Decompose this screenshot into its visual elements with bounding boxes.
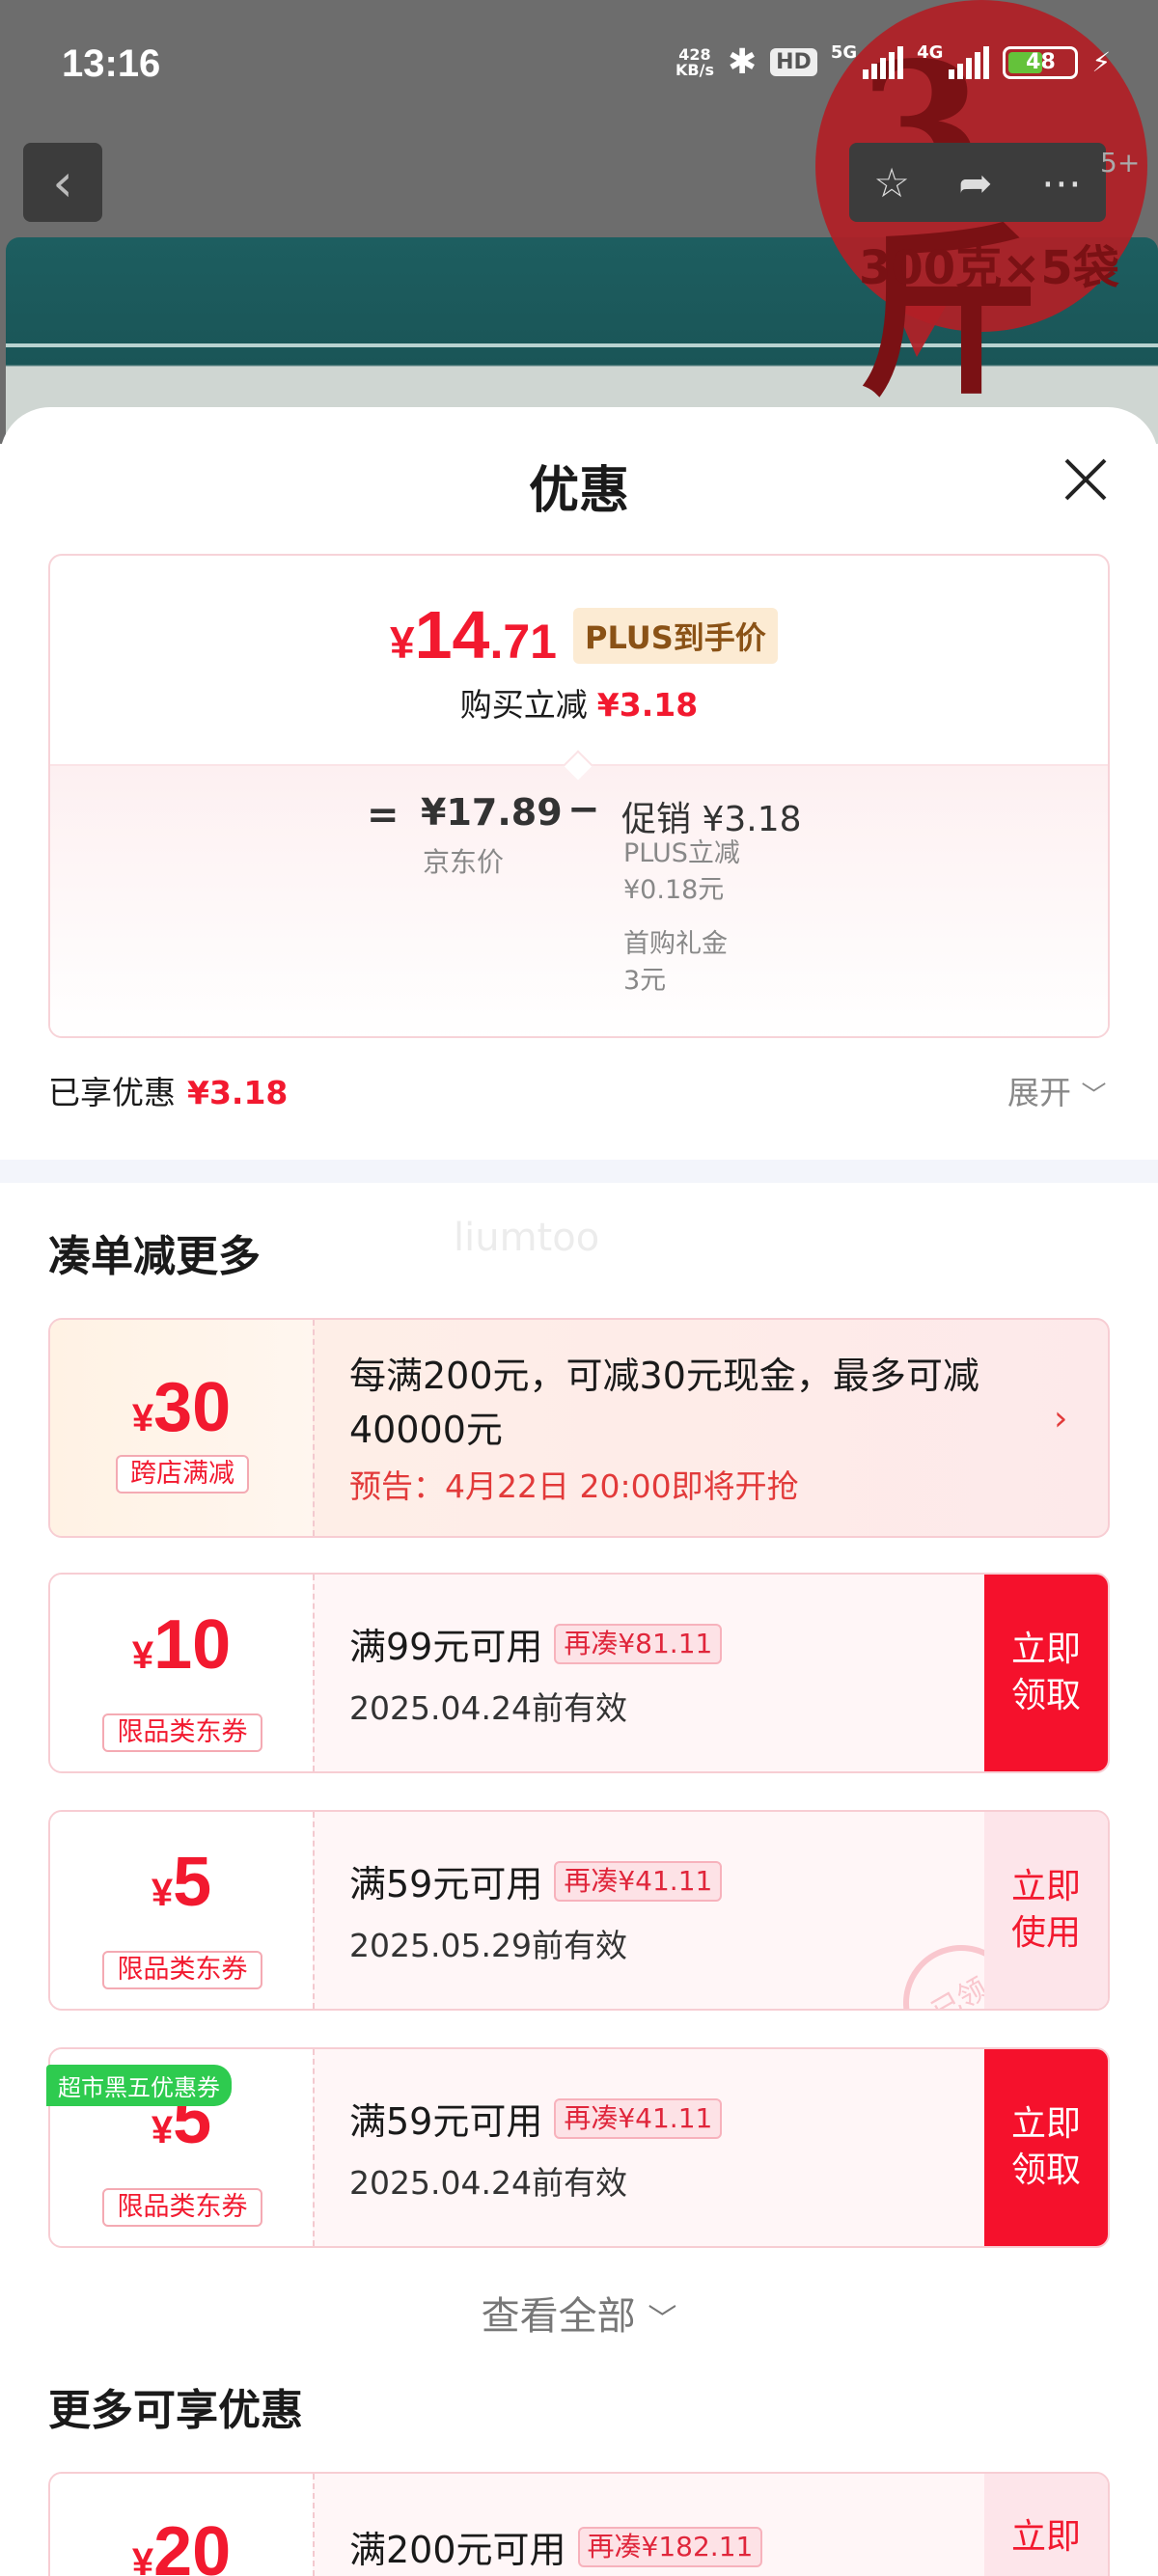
- jd-price: ¥17.89: [421, 791, 563, 834]
- coupon-condition: 满200元可用 再凑¥182.11: [349, 2520, 763, 2573]
- share-icon[interactable]: ➦: [958, 159, 992, 206]
- top-actions: ☆ ➦ ⋯: [849, 143, 1106, 222]
- coupon-type: 跨店满减: [116, 1455, 249, 1494]
- coupon-card: ¥20 满200元可用 再凑¥182.11 立即: [48, 2472, 1110, 2576]
- promotion-detail: ¥0.18元: [623, 875, 725, 905]
- signal-label-5g: 5G: [830, 42, 858, 63]
- purchase-reduction: 购买立减 ¥3.18: [459, 686, 699, 724]
- coupon-type: 限品类东券: [102, 1713, 262, 1752]
- section-title-more-deals: 凑单减更多: [48, 1232, 261, 1281]
- equals-sign: =: [367, 793, 400, 837]
- plus-price-tag: PLUS到手价: [573, 608, 778, 664]
- chevron-right-icon: ›: [1054, 1399, 1068, 1439]
- coupon-shortfall-tag: 再凑¥41.11: [554, 2097, 723, 2139]
- minus-sign: −: [567, 787, 600, 832]
- hd-voice-icon: HD: [770, 48, 817, 76]
- status-bar: 13:16 428 KB/s ✱ HD 5G 4G 48 ⚡: [0, 0, 1158, 131]
- view-all-button[interactable]: 查看全部 ﹀: [0, 2285, 1158, 2341]
- battery-icon: 48: [1003, 45, 1079, 79]
- signal-label-4g: 4G: [917, 42, 944, 63]
- coupon-type: 限品类东券: [102, 1951, 262, 1989]
- watermark: liumtoo: [454, 1216, 600, 1260]
- net-speed: 428 KB/s: [676, 44, 714, 79]
- more-icon[interactable]: ⋯: [1041, 159, 1082, 206]
- expand-button[interactable]: 展开 ﹀: [1007, 1067, 1107, 1113]
- status-time: 13:16: [62, 42, 161, 85]
- product-page-background: 3斤 300克×5袋 13:16 428 KB/s ✱ HD 5G 4G 48 …: [0, 0, 1158, 444]
- coupon-shortfall-tag: 再凑¥41.11: [554, 1860, 723, 1902]
- coupon-type: 限品类东券: [102, 2188, 262, 2227]
- message-badge: 5+: [1100, 147, 1141, 178]
- status-icons: 428 KB/s ✱ HD 5G 4G 48 ⚡: [676, 42, 1111, 82]
- coupon-card: ¥10 限品类东券 满99元可用 再凑¥81.11 2025.04.24前有效 立…: [48, 1573, 1110, 1773]
- promotion-detail: 3元: [623, 966, 667, 996]
- coupon-amount: ¥10: [131, 1606, 232, 1684]
- signal-icon: [949, 45, 990, 79]
- close-icon[interactable]: [1062, 455, 1110, 504]
- coupon-condition: 满59元可用 再凑¥41.11: [349, 1854, 723, 1907]
- signal-icon: [863, 45, 904, 79]
- coupon-description: 每满200元，可减30元现金，最多可减40000元: [349, 1355, 979, 1451]
- coupon-condition: 满99元可用 再凑¥81.11: [349, 1617, 723, 1670]
- discount-sheet: 优惠 ¥14.71 PLUS到手价 购买立减 ¥3.18 = ¥17.89 京东价…: [0, 407, 1158, 2576]
- use-coupon-button[interactable]: 立即 使用: [984, 1812, 1108, 2009]
- jd-price-label: 京东价: [423, 846, 505, 878]
- coupon-validity: 2025.04.24前有效: [349, 2164, 627, 2202]
- promo-seal-spec: 300克×5袋: [859, 241, 1119, 295]
- coupon-shortfall-tag: 再凑¥182.11: [577, 2526, 763, 2567]
- coupon-amount: ¥5: [151, 1844, 212, 1921]
- favorite-star-icon[interactable]: ☆: [873, 159, 910, 206]
- section-title-more-offers: 更多可享优惠: [48, 2386, 303, 2435]
- price-breakdown-card: ¥14.71 PLUS到手价 购买立减 ¥3.18 = ¥17.89 京东价 − …: [48, 554, 1110, 1038]
- claim-coupon-button[interactable]: 立即 领取: [984, 1575, 1108, 1771]
- coupon-validity: 2025.05.29前有效: [349, 1927, 627, 1964]
- section-divider: [0, 1160, 1158, 1183]
- coupon-validity: 2025.04.24前有效: [349, 1689, 627, 1727]
- chevron-down-icon: ﹀: [1081, 1082, 1107, 1110]
- enjoyed-discount: 已享优惠 ¥3.18: [48, 1074, 289, 1111]
- chevron-left-icon: ‹: [52, 151, 73, 213]
- coupon-action-button[interactable]: 立即: [984, 2474, 1108, 2576]
- coupon-condition: 满59元可用 再凑¥41.11: [349, 2092, 723, 2145]
- back-button[interactable]: ‹: [23, 143, 102, 222]
- black-friday-coupon-tag: 超市黑五优惠券: [46, 2065, 232, 2106]
- coupon-card: ¥5 限品类东券 满59元可用 再凑¥41.11 2025.05.29前有效 已领…: [48, 1810, 1110, 2011]
- claim-coupon-button[interactable]: 立即 领取: [984, 2049, 1108, 2246]
- chevron-down-icon: ﹀: [648, 2303, 677, 2337]
- coupon-notice: 预告：4月22日 20:00即将开抢: [349, 1467, 799, 1505]
- coupon-shortfall-tag: 再凑¥81.11: [554, 1623, 723, 1664]
- promotion-detail: PLUS立减: [623, 838, 740, 868]
- promotion-total: 促销 ¥3.18: [621, 800, 802, 839]
- coupon-amount: ¥30: [131, 1369, 232, 1446]
- cross-store-discount-card[interactable]: ¥30 跨店满减 每满200元，可减30元现金，最多可减40000元 预告：4月…: [48, 1318, 1110, 1538]
- coupon-amount: ¥20: [131, 2513, 232, 2576]
- bluetooth-icon: ✱: [727, 42, 758, 82]
- promotion-detail: 首购礼金: [623, 929, 728, 959]
- final-price: ¥14.71: [390, 597, 557, 672]
- sheet-title: 优惠: [528, 462, 629, 520]
- charging-icon: ⚡: [1091, 46, 1112, 78]
